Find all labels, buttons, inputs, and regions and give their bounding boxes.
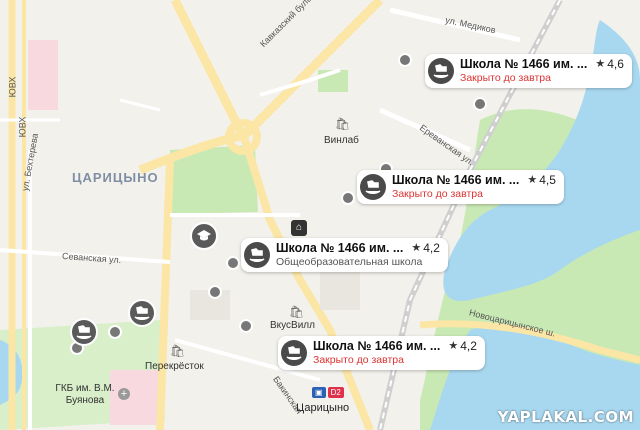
- watermark: YAPLAKAL.COM: [497, 408, 634, 426]
- card-title: Школа № 1466 им. ...: [460, 57, 588, 71]
- district-label: ЦАРИЦЫНО: [72, 170, 159, 185]
- card-rating: 4,2: [423, 241, 440, 255]
- rocking-horse-icon[interactable]: [70, 318, 98, 346]
- school-card-3[interactable]: Школа № 1466 им. ... ★ 4,2 Общеобразоват…: [241, 238, 448, 272]
- shopping-bag-icon[interactable]: 🛍: [289, 305, 304, 319]
- poi-vinlab[interactable]: Винлаб: [324, 135, 359, 146]
- shopping-bag-icon[interactable]: 🛍: [170, 344, 185, 358]
- map-marker-dot[interactable]: [108, 325, 122, 339]
- school-card-2[interactable]: Школа № 1466 им. ... ★ 4,5 Закрыто до за…: [357, 170, 564, 204]
- metro-station-label[interactable]: Царицыно: [296, 402, 349, 414]
- school-marker[interactable]: [190, 222, 218, 250]
- card-rating: 4,2: [460, 339, 477, 353]
- card-title: Школа № 1466 им. ...: [313, 339, 441, 353]
- shopping-bag-icon[interactable]: 🛍: [335, 117, 350, 131]
- card-rating: 4,6: [607, 57, 624, 71]
- map-marker-dot[interactable]: [208, 285, 222, 299]
- star-icon: ★: [411, 242, 422, 254]
- rocking-horse-icon: [244, 242, 270, 268]
- star-icon: ★: [527, 174, 538, 186]
- school-card-4[interactable]: Школа № 1466 им. ... ★ 4,2 Закрыто до за…: [278, 336, 485, 370]
- map-marker-dot[interactable]: [226, 256, 240, 270]
- rocking-horse-icon[interactable]: [128, 299, 156, 327]
- school-card-1[interactable]: Школа № 1466 им. ... ★ 4,6 Закрыто до за…: [425, 54, 632, 88]
- card-status: Закрыто до завтра: [313, 354, 404, 366]
- map-marker-dot[interactable]: [473, 97, 487, 111]
- graduation-cap-icon: [197, 230, 211, 241]
- metro-badges[interactable]: ▣ D2: [312, 387, 344, 398]
- card-status: Закрыто до завтра: [392, 188, 483, 200]
- rocking-horse-icon: [360, 174, 386, 200]
- map-marker-dot[interactable]: [398, 53, 412, 67]
- poi-perekrestok[interactable]: Перекрёсток: [145, 361, 204, 372]
- map-view[interactable]: ЦАРИЦЫНО Кавказский бульв. ул. Медиков Е…: [0, 0, 640, 430]
- star-icon: ★: [448, 340, 459, 352]
- card-rating: 4,5: [539, 173, 556, 187]
- card-title: Школа № 1466 им. ...: [392, 173, 520, 187]
- poi-hospital[interactable]: ГКБ им. В.М. Буянова: [55, 383, 115, 407]
- rocking-horse-icon: [281, 340, 307, 366]
- map-marker-dot[interactable]: [341, 191, 355, 205]
- card-title: Школа № 1466 им. ...: [276, 241, 404, 255]
- rocking-horse-icon: [428, 58, 454, 84]
- metro-line-icon: ▣: [312, 387, 326, 398]
- poi-vkusvill[interactable]: ВкусВилл: [270, 320, 315, 331]
- card-category: Общеобразовательная школа: [276, 256, 423, 268]
- cross-icon[interactable]: +: [118, 388, 130, 400]
- star-icon: ★: [595, 58, 606, 70]
- street-yuvkh-2: ЮВХ: [17, 116, 28, 138]
- street-yuvkh-1: ЮВХ: [7, 76, 18, 98]
- card-status: Закрыто до завтра: [460, 72, 551, 84]
- house-icon[interactable]: ⌂: [291, 220, 307, 236]
- map-marker-dot[interactable]: [239, 319, 253, 333]
- d2-line-badge: D2: [327, 387, 344, 398]
